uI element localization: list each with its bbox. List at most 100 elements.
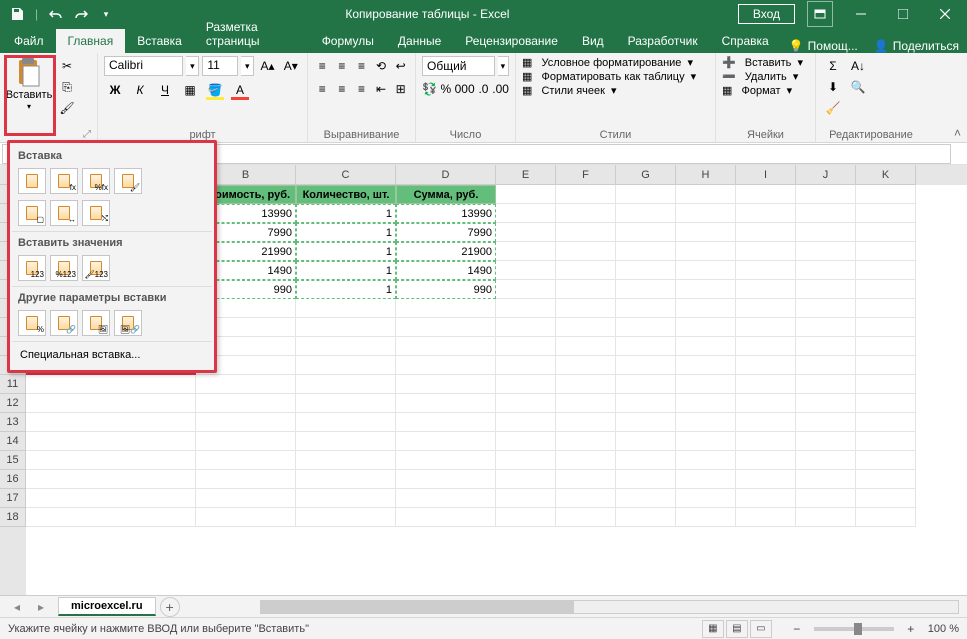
cell[interactable] [556, 432, 616, 451]
cell[interactable] [26, 432, 196, 451]
cell[interactable] [676, 185, 736, 204]
align-top-icon[interactable]: ≡ [314, 56, 331, 76]
cell[interactable]: 1 [296, 280, 396, 299]
cell[interactable] [796, 470, 856, 489]
cell[interactable] [396, 356, 496, 375]
cell[interactable] [496, 508, 556, 527]
row-header[interactable]: 16 [0, 470, 26, 489]
sheet-nav-next-icon[interactable]: ▸ [30, 597, 52, 617]
increase-decimal-icon[interactable]: .0 [478, 79, 490, 99]
cell[interactable] [736, 375, 796, 394]
clear-icon[interactable]: 🧹 [822, 98, 844, 118]
sheet-nav-prev-icon[interactable]: ◂ [6, 597, 28, 617]
underline-icon[interactable]: Ч [154, 80, 176, 100]
paste-option-values-source-fmt[interactable]: 🖌123 [82, 255, 110, 281]
row-header[interactable]: 12 [0, 394, 26, 413]
cell[interactable] [796, 451, 856, 470]
cell[interactable] [556, 185, 616, 204]
cell[interactable] [556, 337, 616, 356]
cell[interactable] [856, 470, 916, 489]
cell[interactable]: 13990 [396, 204, 496, 223]
cell[interactable] [856, 375, 916, 394]
cell[interactable] [736, 394, 796, 413]
percent-icon[interactable]: % [440, 79, 452, 99]
cell[interactable]: Сумма, руб. [396, 185, 496, 204]
cell[interactable] [496, 489, 556, 508]
zoom-out-icon[interactable]: − [786, 619, 808, 639]
cut-icon[interactable]: ✂ [56, 56, 78, 76]
cell[interactable] [736, 223, 796, 242]
cell[interactable] [496, 413, 556, 432]
paste-option-formulas[interactable]: fx [50, 168, 78, 194]
sheet-tab[interactable]: microexcel.ru [58, 597, 156, 616]
cell[interactable] [556, 299, 616, 318]
row-header[interactable]: 14 [0, 432, 26, 451]
tab-review[interactable]: Рецензирование [453, 29, 570, 53]
tab-data[interactable]: Данные [386, 29, 453, 53]
font-size-combo[interactable]: 11 [202, 56, 238, 76]
cell[interactable] [396, 489, 496, 508]
cell[interactable] [796, 261, 856, 280]
formula-bar[interactable] [212, 144, 951, 164]
cell[interactable] [796, 299, 856, 318]
cell[interactable] [676, 242, 736, 261]
column-header[interactable]: K [856, 165, 916, 185]
decrease-decimal-icon[interactable]: .00 [492, 79, 509, 99]
cell[interactable] [496, 337, 556, 356]
ribbon-display-options-icon[interactable] [807, 1, 833, 27]
cell[interactable]: 1 [296, 204, 396, 223]
delete-cells-button[interactable]: ➖ Удалить ▾ [722, 70, 809, 83]
cell[interactable] [736, 204, 796, 223]
cell[interactable] [296, 299, 396, 318]
cell[interactable] [196, 394, 296, 413]
tab-insert[interactable]: Вставка [125, 29, 194, 53]
italic-icon[interactable]: К [129, 80, 151, 100]
cell[interactable] [26, 489, 196, 508]
font-name-combo[interactable]: Calibri [104, 56, 183, 76]
cell[interactable] [796, 394, 856, 413]
cell[interactable] [736, 432, 796, 451]
cell[interactable] [196, 375, 296, 394]
number-format-dropdown-icon[interactable]: ▾ [498, 56, 509, 76]
align-left-icon[interactable]: ≡ [314, 79, 331, 99]
tab-page-layout[interactable]: Разметка страницы [194, 15, 310, 53]
maximize-icon[interactable] [883, 1, 923, 27]
cell[interactable] [616, 394, 676, 413]
paste-option-transpose[interactable]: ⤭ [82, 200, 110, 226]
cell[interactable] [396, 413, 496, 432]
cell[interactable] [196, 432, 296, 451]
cell[interactable] [856, 489, 916, 508]
cell[interactable] [676, 413, 736, 432]
cell[interactable] [296, 337, 396, 356]
cell[interactable] [796, 432, 856, 451]
cell[interactable] [496, 394, 556, 413]
cell[interactable] [556, 280, 616, 299]
cell[interactable] [26, 470, 196, 489]
cell[interactable] [736, 318, 796, 337]
cell[interactable] [496, 356, 556, 375]
fill-icon[interactable]: ⬇ [822, 77, 844, 97]
cell[interactable] [296, 489, 396, 508]
number-format-combo[interactable]: Общий [422, 56, 495, 76]
cell[interactable] [296, 451, 396, 470]
cell[interactable] [736, 261, 796, 280]
cell[interactable] [736, 489, 796, 508]
cell[interactable] [796, 508, 856, 527]
column-header[interactable]: I [736, 165, 796, 185]
cell[interactable] [856, 185, 916, 204]
cell[interactable] [556, 451, 616, 470]
cell[interactable] [676, 223, 736, 242]
align-bottom-icon[interactable]: ≡ [353, 56, 370, 76]
decrease-font-icon[interactable]: A▾ [281, 56, 301, 76]
cell[interactable] [796, 337, 856, 356]
cell[interactable] [736, 299, 796, 318]
paste-option-keep-col-widths[interactable]: ↔ [50, 200, 78, 226]
save-icon[interactable] [6, 3, 28, 25]
column-header[interactable]: H [676, 165, 736, 185]
cell[interactable] [296, 470, 396, 489]
cell[interactable]: Количество, шт. [296, 185, 396, 204]
cell[interactable] [496, 470, 556, 489]
cell[interactable] [736, 337, 796, 356]
row-header[interactable]: 18 [0, 508, 26, 527]
copy-icon[interactable]: ⎘ [56, 77, 78, 97]
